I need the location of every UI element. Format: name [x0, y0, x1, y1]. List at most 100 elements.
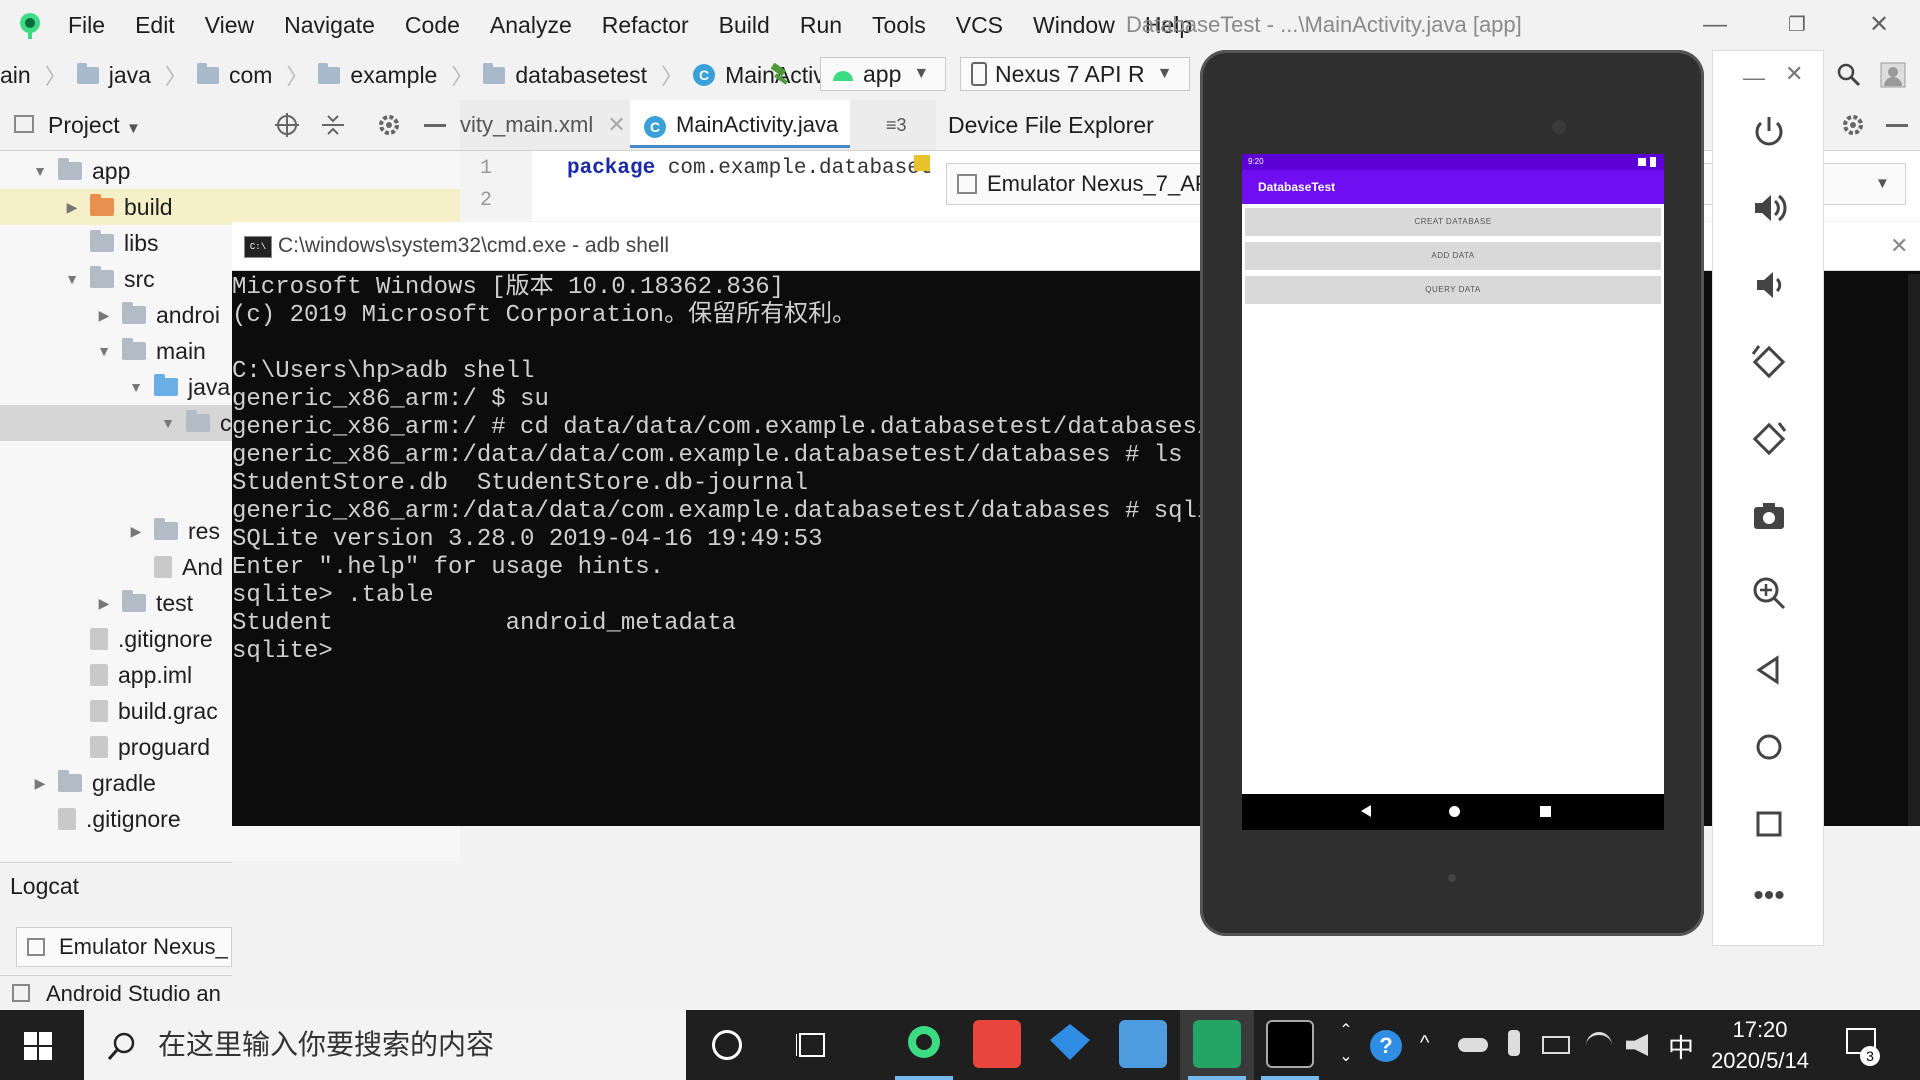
home-icon[interactable] [1749, 727, 1789, 767]
expanded-arrow-icon[interactable]: ▼ [30, 163, 50, 179]
minimize-button[interactable]: — [1700, 10, 1730, 40]
close-button[interactable]: ✕ [1785, 61, 1803, 87]
camera-icon[interactable] [1749, 496, 1789, 536]
taskbar-clock[interactable]: 17:20 2020/5/14 [1700, 1014, 1820, 1076]
menu-item-edit[interactable]: Edit [135, 12, 175, 39]
add-data-button[interactable]: ADD DATA [1245, 242, 1661, 270]
breadcrumb-item[interactable]: java [109, 62, 151, 89]
menu-item-analyze[interactable]: Analyze [490, 12, 572, 39]
emulator-taskbar-icon[interactable] [1193, 1020, 1241, 1068]
android-nav-bar [1242, 794, 1664, 830]
taskbar-search-box[interactable]: 在这里输入你要搜索的内容 [84, 1010, 686, 1080]
menu-item-file[interactable]: File [68, 12, 105, 39]
expanded-arrow-icon[interactable]: ▼ [62, 271, 82, 287]
app-icon[interactable] [1046, 1020, 1094, 1068]
task-view-icon[interactable] [796, 1030, 828, 1060]
breadcrumb-item[interactable]: com [229, 62, 272, 89]
collapsed-arrow-icon[interactable]: ▶ [62, 199, 82, 216]
tab-activity-main-xml[interactable]: vity_main.xml ✕ [460, 100, 626, 150]
menu-item-navigate[interactable]: Navigate [284, 12, 375, 39]
collapsed-arrow-icon[interactable]: ▶ [126, 523, 146, 540]
collapse-all-icon[interactable] [320, 112, 346, 138]
volume-up-icon[interactable] [1749, 188, 1789, 228]
tree-item-label: main [156, 337, 206, 364]
cloud-icon[interactable] [1458, 1038, 1488, 1052]
tree-item-label: app [92, 157, 131, 184]
zoom-icon[interactable] [1749, 573, 1789, 613]
app-icon[interactable] [973, 1020, 1021, 1068]
back-icon[interactable] [1749, 650, 1789, 690]
menu-item-tools[interactable]: Tools [872, 12, 926, 39]
breadcrumb-item[interactable]: databasetest [515, 62, 647, 89]
volume-down-icon[interactable] [1749, 265, 1789, 305]
close-button[interactable]: ✕ [1864, 10, 1894, 40]
volume-icon[interactable] [1626, 1034, 1648, 1056]
code-editor[interactable]: 1 2 package com.example.databaset [460, 151, 936, 221]
menu-bar: File Edit View Navigate Code Analyze Refactor B… [68, 0, 1222, 50]
power-icon[interactable] [1749, 111, 1789, 151]
back-icon[interactable] [1359, 804, 1373, 818]
class-icon: C [644, 116, 666, 138]
tree-item-label: gradle [92, 769, 156, 796]
rotate-left-icon[interactable] [1749, 342, 1789, 382]
ime-indicator[interactable]: 中 [1668, 1028, 1694, 1065]
close-tab-icon[interactable]: ✕ [607, 112, 625, 137]
recents-icon[interactable] [1540, 806, 1551, 817]
microphone-icon[interactable] [1508, 1030, 1520, 1056]
hammer-build-icon[interactable] [768, 62, 794, 88]
menu-item-refactor[interactable]: Refactor [602, 12, 689, 39]
run-config-select[interactable]: app ▼ [820, 57, 946, 91]
tab-mainactivity-java[interactable]: C MainActivity.java [630, 100, 850, 148]
restore-button[interactable]: ❐ [1782, 10, 1812, 40]
breadcrumb-item[interactable]: example [350, 62, 437, 89]
home-icon[interactable] [1449, 806, 1460, 817]
tab-overflow-button[interactable]: ≡3 [886, 100, 907, 150]
console-scrollbar[interactable] [1908, 274, 1920, 826]
device-select[interactable]: Nexus 7 API R ▼ [960, 57, 1190, 91]
expanded-arrow-icon[interactable]: ▼ [126, 379, 146, 395]
logcat-device-select[interactable]: Emulator Nexus_ [16, 927, 232, 967]
overview-icon[interactable] [1749, 804, 1789, 844]
gear-icon[interactable] [1840, 112, 1866, 138]
panel-toggle-icon[interactable] [12, 984, 30, 1002]
gear-icon[interactable] [376, 112, 402, 138]
menu-item-run[interactable]: Run [800, 12, 842, 39]
expanded-arrow-icon[interactable]: ▼ [158, 415, 178, 431]
query-data-button[interactable]: QUERY DATA [1245, 276, 1661, 304]
warning-marker-icon[interactable] [914, 155, 930, 171]
menu-item-window[interactable]: Window [1033, 12, 1115, 39]
collapsed-arrow-icon[interactable]: ▶ [94, 595, 114, 612]
minimize-button[interactable]: — [1743, 65, 1765, 91]
menu-item-code[interactable]: Code [405, 12, 460, 39]
battery-icon[interactable] [1542, 1036, 1570, 1054]
windows-start-icon[interactable] [24, 1032, 52, 1060]
tree-item[interactable]: ▼ app [0, 153, 460, 189]
cmd-taskbar-icon[interactable] [1266, 1020, 1314, 1068]
app-icon[interactable] [1119, 1020, 1167, 1068]
breadcrumb-item[interactable]: ain [0, 62, 31, 89]
menu-item-view[interactable]: View [205, 12, 254, 39]
collapsed-arrow-icon[interactable]: ▶ [30, 775, 50, 792]
locate-icon[interactable] [274, 112, 300, 138]
android-studio-taskbar-icon[interactable] [900, 1020, 948, 1068]
hide-panel-icon[interactable] [424, 124, 446, 127]
emulator-screen[interactable]: 9:20 DatabaseTest CREAT DATABASE ADD DAT… [1242, 154, 1664, 830]
create-database-button[interactable]: CREAT DATABASE [1245, 208, 1661, 236]
project-view-select[interactable]: Project ▼ [48, 100, 141, 154]
close-button[interactable]: ✕ [1890, 222, 1908, 270]
tree-item[interactable]: ▶ build [0, 189, 460, 225]
wifi-icon[interactable] [1586, 1032, 1612, 1059]
taskbar-scroll[interactable]: ⌃ ⌄ [1336, 1018, 1356, 1070]
menu-item-build[interactable]: Build [719, 12, 770, 39]
collapsed-arrow-icon[interactable]: ▶ [94, 307, 114, 324]
more-icon[interactable]: ••• [1749, 881, 1789, 921]
hide-panel-icon[interactable] [1886, 124, 1908, 127]
search-icon[interactable] [1836, 62, 1862, 88]
cortana-icon[interactable] [712, 1030, 742, 1060]
user-icon[interactable] [1880, 62, 1906, 88]
expanded-arrow-icon[interactable]: ▼ [94, 343, 114, 359]
chevron-up-icon[interactable]: ^ [1420, 1032, 1429, 1055]
rotate-right-icon[interactable] [1749, 419, 1789, 459]
help-icon[interactable]: ? [1370, 1030, 1402, 1062]
menu-item-vcs[interactable]: VCS [956, 12, 1003, 39]
